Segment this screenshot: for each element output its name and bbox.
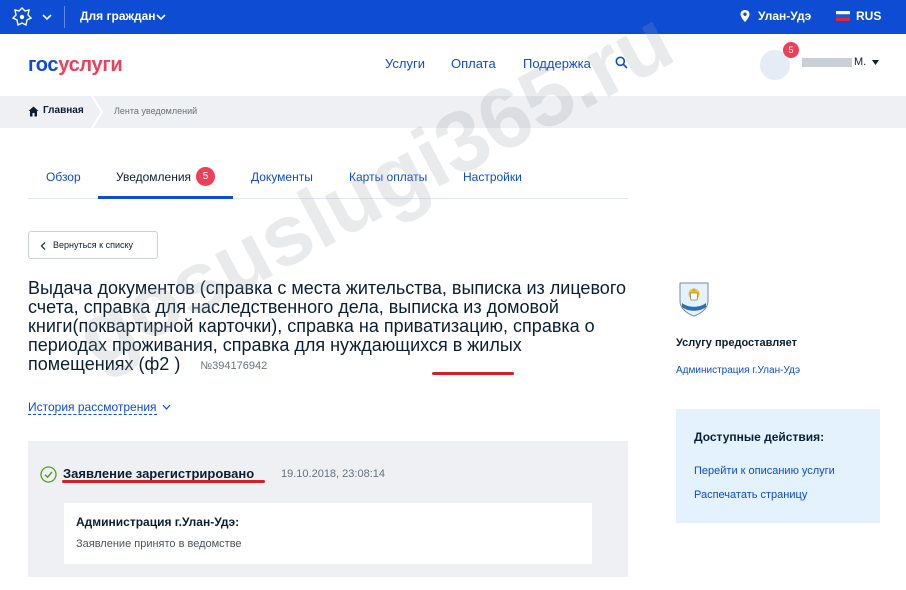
history-toggle[interactable]: История рассмотрения: [28, 400, 157, 415]
available-actions-title: Доступные действия:: [694, 430, 825, 444]
nav-payment[interactable]: Оплата: [451, 56, 496, 71]
back-to-list-button[interactable]: Вернуться к списку: [28, 231, 158, 259]
city-selector[interactable]: Улан-Удэ: [758, 9, 811, 23]
tab-notifications-badge: 5: [196, 167, 215, 186]
status-title: Заявление зарегистрировано: [63, 466, 255, 481]
chevron-down-icon[interactable]: [162, 404, 171, 410]
status-datetime: 19.10.2018, 23:08:14: [281, 468, 385, 480]
tab-payment-cards[interactable]: Карты оплаты: [349, 170, 427, 184]
breadcrumb-separator-icon: [91, 96, 104, 128]
nav-support[interactable]: Поддержка: [523, 56, 591, 71]
search-icon[interactable]: [615, 56, 628, 69]
coat-of-arms-icon[interactable]: [10, 6, 34, 28]
divider: [64, 6, 65, 28]
chevron-down-icon[interactable]: [155, 11, 167, 23]
masked-name: [802, 57, 852, 67]
active-tab-indicator: [98, 196, 233, 199]
check-circle-icon: [40, 466, 57, 483]
go-to-service-description-link[interactable]: Перейти к описанию услуги: [694, 465, 835, 477]
nav-services[interactable]: Услуги: [385, 56, 425, 71]
logo-part-uslugi: услуги: [58, 54, 123, 76]
language-selector[interactable]: RUS: [856, 9, 881, 23]
breadcrumb-current: Лента уведомлений: [114, 106, 198, 116]
status-message: Заявление принято в ведомстве: [76, 538, 242, 550]
user-initial: М.: [854, 56, 867, 68]
status-message-card: [64, 503, 592, 564]
user-menu[interactable]: М.: [802, 56, 866, 68]
caret-down-icon[interactable]: [872, 60, 879, 65]
header: госуслуги Услуги Оплата Поддержка 5 М.: [0, 34, 906, 96]
location-pin-icon: [740, 10, 750, 22]
chevron-down-icon[interactable]: [40, 10, 54, 24]
annotation-underline: [62, 480, 265, 483]
annotation-underline: [432, 372, 514, 375]
region-coat-of-arms-icon: [679, 282, 709, 317]
tab-settings[interactable]: Настройки: [463, 170, 522, 184]
tab-overview[interactable]: Обзор: [46, 170, 81, 184]
application-number: №394176942: [200, 360, 268, 372]
breadcrumb: Главная Лента уведомлений: [0, 96, 906, 128]
tab-notifications[interactable]: Уведомления: [116, 170, 191, 184]
provider-link[interactable]: Администрация г.Улан-Удэ: [676, 365, 800, 376]
back-button-label: Вернуться к списку: [53, 240, 134, 250]
provider-label: Услугу предоставляет: [676, 337, 798, 349]
tab-documents[interactable]: Документы: [251, 170, 313, 184]
audience-selector[interactable]: Для граждан: [80, 9, 156, 23]
gosuslugi-logo[interactable]: госуслуги: [28, 54, 123, 77]
notification-count-badge: 5: [783, 42, 799, 58]
breadcrumb-home-link[interactable]: Главная: [43, 105, 84, 116]
status-org: Администрация г.Улан-Удэ:: [76, 515, 240, 529]
logo-part-gos: гос: [28, 54, 59, 76]
top-bar: Для граждан Улан-Удэ RUS: [0, 0, 906, 34]
application-title-text: Выдача документов (справка с места жител…: [28, 278, 626, 374]
russian-flag-icon: [836, 11, 850, 21]
print-page-link[interactable]: Распечатать страницу: [694, 489, 807, 501]
home-icon: [28, 106, 39, 117]
application-title: Выдача документов (справка с места жител…: [28, 279, 628, 376]
chevron-left-icon: [40, 242, 46, 250]
